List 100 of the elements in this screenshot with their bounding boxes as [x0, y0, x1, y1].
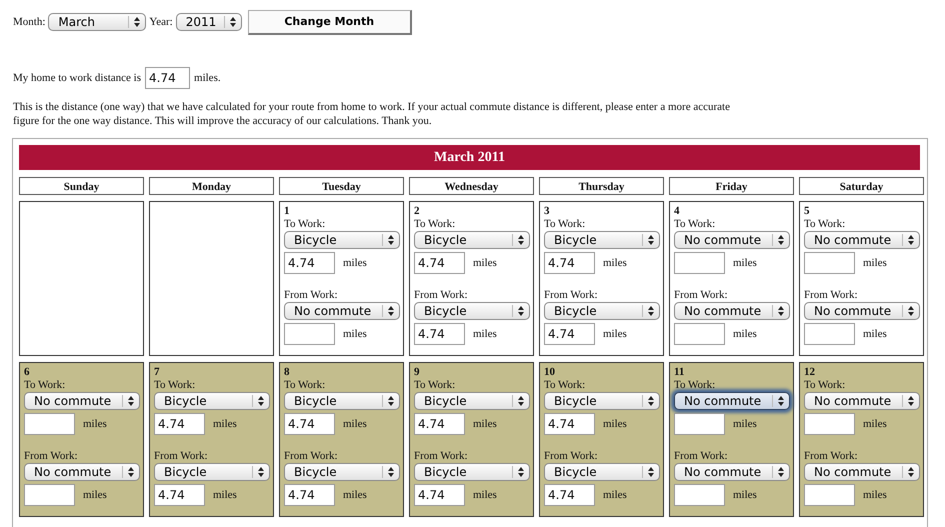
mode-select[interactable]: Bicycle [154, 463, 270, 481]
mode-select[interactable]: No commute [24, 392, 140, 410]
field-label: To Work: [804, 218, 846, 231]
mode-select[interactable]: No commute [674, 302, 790, 320]
mode-select[interactable]: Bicycle [544, 231, 660, 249]
miles-field[interactable] [804, 323, 855, 345]
mode-select[interactable]: Bicycle [414, 463, 530, 481]
stepper-icon [382, 395, 395, 407]
miles-field[interactable]: 4.74 [284, 252, 335, 274]
mode-select[interactable]: Bicycle [544, 392, 660, 410]
unit-label: miles [863, 418, 887, 430]
weekday-header: Friday [669, 177, 794, 195]
miles-field[interactable] [674, 252, 725, 274]
miles-field[interactable] [284, 323, 335, 345]
mode-select[interactable]: Bicycle [284, 392, 400, 410]
miles-field[interactable]: 4.74 [414, 413, 465, 435]
change-month-button[interactable]: Change Month [248, 10, 412, 34]
stepper-icon [122, 466, 135, 478]
mode-select[interactable]: Bicycle [414, 231, 530, 249]
miles-field[interactable]: 4.74 [154, 484, 205, 506]
field-label: From Work: [804, 450, 858, 463]
field-label: From Work: [544, 450, 598, 463]
stepper-icon [252, 466, 265, 478]
miles-field[interactable]: 4.74 [154, 413, 205, 435]
day-number: 7 [154, 366, 160, 379]
mode-select[interactable]: No commute [804, 302, 920, 320]
miles-field[interactable]: 4.74 [414, 484, 465, 506]
miles-field[interactable] [804, 413, 855, 435]
mode-select[interactable]: Bicycle [154, 392, 270, 410]
mode-select[interactable]: Bicycle [544, 302, 660, 320]
field-label: From Work: [804, 289, 858, 302]
field-label: To Work: [674, 218, 716, 231]
mode-select[interactable]: Bicycle [414, 302, 530, 320]
miles-field[interactable] [674, 413, 725, 435]
miles-field[interactable] [674, 484, 725, 506]
unit-label: miles [213, 489, 237, 501]
mode-select[interactable]: No commute [674, 463, 790, 481]
year-label: Year: [149, 16, 173, 28]
stepper-icon [382, 466, 395, 478]
weekday-header: Sunday [19, 177, 144, 195]
stepper-icon [772, 305, 785, 317]
field-label: To Work: [414, 218, 456, 231]
mode-select[interactable]: No commute [804, 231, 920, 249]
miles-field[interactable]: 4.74 [544, 484, 595, 506]
miles-field[interactable] [804, 252, 855, 274]
unit-label: miles [733, 418, 757, 430]
miles-field[interactable]: 4.74 [544, 413, 595, 435]
unit-label: miles [83, 489, 107, 501]
mode-select[interactable]: Bicycle [284, 231, 400, 249]
unit-label: miles [343, 418, 367, 430]
stepper-icon [252, 395, 265, 407]
field-label: To Work: [544, 218, 586, 231]
distance-field[interactable]: 4.74 [145, 67, 190, 89]
mode-select[interactable]: No commute [804, 463, 920, 481]
miles-field[interactable]: 4.74 [544, 252, 595, 274]
miles-field[interactable]: 4.74 [544, 323, 595, 345]
miles-field[interactable] [804, 484, 855, 506]
miles-field[interactable]: 4.74 [414, 323, 465, 345]
field-label: From Work: [414, 289, 468, 302]
year-select[interactable]: 2011 [176, 13, 242, 31]
unit-label: miles [213, 418, 237, 430]
miles-field[interactable]: 4.74 [284, 413, 335, 435]
mode-select[interactable]: No commute [804, 392, 920, 410]
mode-select[interactable]: Bicycle [414, 392, 530, 410]
stepper-icon [128, 16, 142, 28]
field-label: From Work: [674, 289, 728, 302]
stepper-icon [382, 305, 395, 317]
field-label: To Work: [544, 379, 586, 392]
stepper-icon [642, 305, 655, 317]
stepper-icon [772, 395, 785, 407]
unit-label: miles [603, 418, 627, 430]
day-number: 3 [544, 205, 550, 218]
field-label: To Work: [804, 379, 846, 392]
mode-select[interactable]: No commute [24, 463, 140, 481]
miles-field[interactable]: 4.74 [284, 484, 335, 506]
field-label: From Work: [544, 289, 598, 302]
unit-label: miles [473, 257, 497, 269]
unit-label: miles [343, 328, 367, 340]
unit-label: miles. [194, 72, 221, 84]
mode-select[interactable]: Bicycle [284, 463, 400, 481]
miles-field[interactable]: 4.74 [414, 252, 465, 274]
stepper-icon [224, 16, 237, 28]
field-label: To Work: [674, 379, 716, 392]
miles-field[interactable] [674, 323, 725, 345]
miles-field[interactable] [24, 413, 75, 435]
month-select[interactable]: March [48, 13, 146, 31]
mode-select[interactable]: Bicycle [544, 463, 660, 481]
weekday-header: Wednesday [409, 177, 534, 195]
stepper-icon [512, 395, 525, 407]
stepper-icon [902, 395, 915, 407]
mode-select[interactable]: No commute [674, 392, 790, 410]
unit-label: miles [863, 489, 887, 501]
day-number: 12 [804, 366, 815, 379]
mode-select[interactable]: No commute [674, 231, 790, 249]
miles-field[interactable] [24, 484, 75, 506]
mode-select[interactable]: No commute [284, 302, 400, 320]
stepper-icon [512, 466, 525, 478]
weekday-header: Thursday [539, 177, 664, 195]
calendar-title: March 2011 [19, 145, 920, 170]
field-label: From Work: [414, 450, 468, 463]
